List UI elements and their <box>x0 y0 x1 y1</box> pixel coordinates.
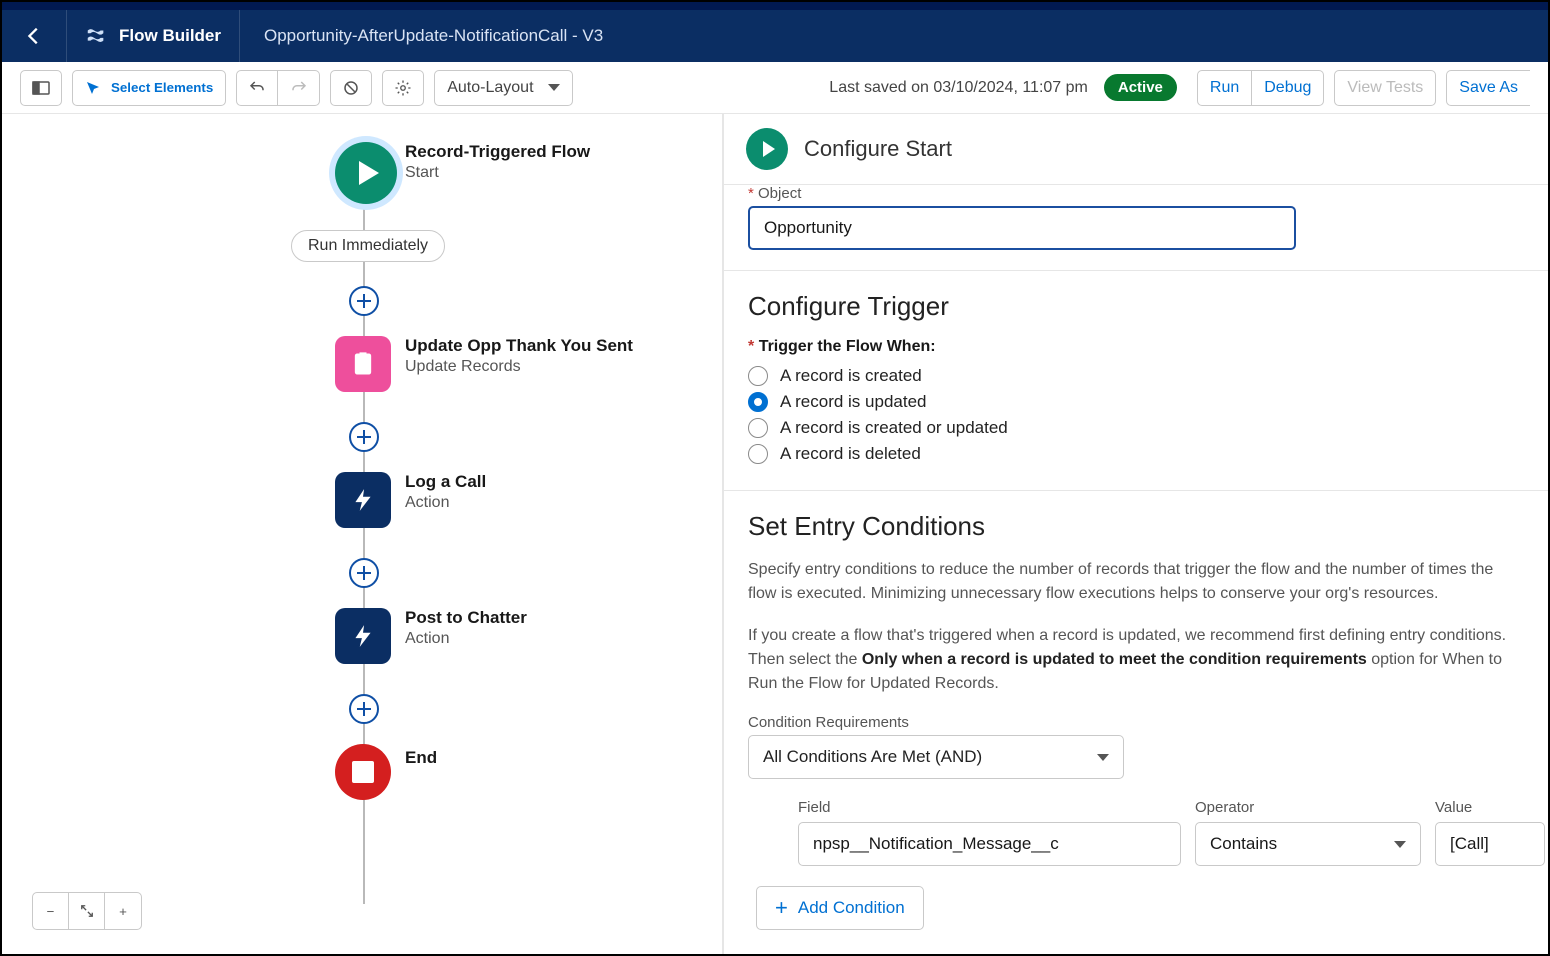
app-brand: Flow Builder <box>67 25 239 47</box>
value-label: Value <box>1435 799 1545 816</box>
zoom-out-button[interactable]: − <box>33 893 69 929</box>
update-records-node[interactable] <box>335 336 391 392</box>
log-call-node[interactable] <box>335 472 391 528</box>
radio-checked-icon <box>748 392 768 412</box>
fit-to-screen-button[interactable] <box>69 893 105 929</box>
zoom-in-button[interactable]: + <box>105 893 141 929</box>
undo-button[interactable] <box>236 70 278 106</box>
radio-icon <box>748 366 768 386</box>
run-group: Run Debug <box>1197 70 1325 106</box>
config-panel: Configure Start * Object Configure Trigg… <box>724 114 1548 954</box>
back-button[interactable] <box>2 10 66 62</box>
select-elements-button[interactable]: Select Elements <box>72 70 226 106</box>
add-element-button[interactable] <box>349 694 379 724</box>
object-section: * Object <box>724 185 1548 271</box>
trigger-when-label: * Trigger the Flow When: <box>748 338 1524 356</box>
cond-req-label: Condition Requirements <box>748 714 1524 731</box>
add-condition-button[interactable]: + Add Condition <box>756 886 924 930</box>
condition-value-input[interactable]: [Call] <box>1435 822 1545 866</box>
trigger-option-created[interactable]: A record is created <box>748 366 1524 386</box>
start-config-icon <box>746 128 788 170</box>
radio-icon <box>748 444 768 464</box>
trigger-heading: Configure Trigger <box>748 291 1524 322</box>
auto-layout-label: Auto-Layout <box>447 79 533 97</box>
operator-label: Operator <box>1195 799 1421 816</box>
add-element-button[interactable] <box>349 558 379 588</box>
play-icon <box>359 161 379 185</box>
select-elements-label: Select Elements <box>111 80 213 95</box>
start-node[interactable] <box>335 142 397 204</box>
plus-icon: + <box>775 895 788 921</box>
settings-button[interactable] <box>382 70 424 106</box>
app-name: Flow Builder <box>119 26 221 46</box>
end-label: End <box>405 748 437 768</box>
chevron-down-icon <box>1394 841 1406 848</box>
zoom-controls: − + <box>32 892 142 930</box>
toggle-panel-button[interactable] <box>20 70 62 106</box>
view-tests-button: View Tests <box>1334 70 1436 106</box>
entry-desc-1: Specify entry conditions to reduce the n… <box>748 558 1524 606</box>
condition-operator-select[interactable]: Contains <box>1195 822 1421 866</box>
flow-icon <box>85 25 107 47</box>
log-call-label: Log a Call Action <box>405 472 486 512</box>
condition-requirements-select[interactable]: All Conditions Are Met (AND) <box>748 735 1124 779</box>
topbar-accent <box>2 2 1548 10</box>
clipboard-edit-icon <box>349 350 377 378</box>
post-chatter-label: Post to Chatter Action <box>405 608 527 648</box>
flow-canvas[interactable]: Record-Triggered Flow Start Run Immediat… <box>2 114 724 954</box>
condition-row: Field npsp__Notification_Message__c Oper… <box>748 799 1524 866</box>
add-element-button[interactable] <box>349 422 379 452</box>
panel-body[interactable]: * Object Configure Trigger * Trigger the… <box>724 185 1548 954</box>
update-records-label: Update Opp Thank You Sent Update Records <box>405 336 633 376</box>
trigger-option-updated[interactable]: A record is updated <box>748 392 1524 412</box>
status-badge: Active <box>1104 74 1177 101</box>
main: Record-Triggered Flow Start Run Immediat… <box>2 114 1548 954</box>
trigger-option-deleted[interactable]: A record is deleted <box>748 444 1524 464</box>
object-input[interactable] <box>748 206 1296 250</box>
auto-layout-select[interactable]: Auto-Layout <box>434 70 572 106</box>
cursor-icon <box>85 80 101 96</box>
save-as-button[interactable]: Save As <box>1446 70 1530 106</box>
lightning-icon <box>350 623 376 649</box>
trigger-option-created-updated[interactable]: A record is created or updated <box>748 418 1524 438</box>
condition-field-input[interactable]: npsp__Notification_Message__c <box>798 822 1181 866</box>
trigger-section: Configure Trigger * Trigger the Flow Whe… <box>724 271 1548 491</box>
lightning-icon <box>350 487 376 513</box>
run-button[interactable]: Run <box>1197 70 1252 106</box>
undo-redo-group <box>236 70 320 106</box>
app-root: Flow Builder Opportunity-AfterUpdate-Not… <box>0 0 1550 956</box>
start-node-label: Record-Triggered Flow Start <box>405 142 590 182</box>
object-label: * Object <box>748 185 1524 202</box>
post-chatter-node[interactable] <box>335 608 391 664</box>
disable-button[interactable] <box>330 70 372 106</box>
run-immediately-badge[interactable]: Run Immediately <box>291 230 445 262</box>
panel-title: Configure Start <box>804 136 952 162</box>
entry-conditions-section: Set Entry Conditions Specify entry condi… <box>724 491 1548 950</box>
chevron-down-icon <box>548 84 560 91</box>
redo-button[interactable] <box>278 70 320 106</box>
stop-icon <box>352 761 374 783</box>
entry-heading: Set Entry Conditions <box>748 511 1524 542</box>
debug-button[interactable]: Debug <box>1252 70 1324 106</box>
flow-title: Opportunity-AfterUpdate-NotificationCall… <box>240 26 627 46</box>
app-header: Flow Builder Opportunity-AfterUpdate-Not… <box>2 10 1548 62</box>
chevron-down-icon <box>1097 754 1109 761</box>
field-label: Field <box>798 799 1181 816</box>
end-node[interactable] <box>335 744 391 800</box>
toolbar: Select Elements Auto-Layout Last saved o… <box>2 62 1548 114</box>
radio-icon <box>748 418 768 438</box>
add-element-button[interactable] <box>349 286 379 316</box>
panel-header: Configure Start <box>724 114 1548 185</box>
entry-desc-2: If you create a flow that's triggered wh… <box>748 624 1524 696</box>
last-saved-text: Last saved on 03/10/2024, 11:07 pm <box>829 79 1088 97</box>
